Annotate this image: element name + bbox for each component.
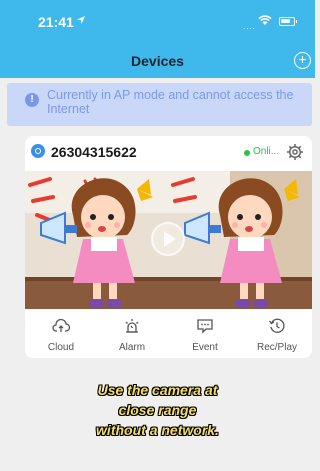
device-card[interactable]: 26304315622 Onli... Cloud Alarm Event Re… [25, 136, 312, 358]
action-label-rec-play: Rec/Play [256, 342, 297, 353]
online-status: Onli... [253, 146, 280, 157]
event-message-icon [197, 319, 213, 334]
play-icon[interactable] [150, 221, 186, 257]
info-icon: ! [25, 93, 39, 107]
location-arrow-icon [77, 16, 85, 24]
alarm-light-icon [125, 319, 139, 333]
action-label-event: Event [192, 342, 218, 353]
event-button[interactable]: Event [175, 314, 235, 358]
camera-device-icon [31, 144, 45, 158]
action-label-cloud: Cloud [47, 342, 75, 353]
ap-mode-notice: ! Currently in AP mode and cannot access… [7, 83, 312, 126]
rec-play-button[interactable]: Rec/Play [247, 314, 307, 358]
nav-bar: Devices [0, 40, 315, 78]
add-device-button[interactable]: + [294, 52, 311, 69]
device-actions: Cloud Alarm Event Rec/Play [25, 314, 312, 358]
notice-text: Currently in AP mode and cannot access t… [47, 88, 294, 116]
status-bar: 21:41 .... [0, 0, 315, 40]
camera-preview[interactable] [25, 171, 312, 309]
status-time: 21:41 [38, 14, 74, 30]
caption-line: close range [118, 402, 197, 418]
action-label-alarm: Alarm [118, 342, 146, 353]
device-id: 26304315622 [51, 144, 137, 160]
gear-icon[interactable] [286, 143, 304, 161]
tutorial-caption: Use the camera at close range without a … [0, 380, 315, 440]
wifi-icon [258, 15, 272, 25]
cloud-button[interactable]: Cloud [31, 314, 91, 358]
alarm-button[interactable]: Alarm [102, 314, 162, 358]
page-title: Devices [131, 53, 184, 69]
online-status-dot [244, 150, 250, 156]
battery-icon [279, 17, 297, 26]
history-icon [268, 318, 285, 333]
caption-line: Use the camera at [97, 382, 218, 398]
signal-indicator: .... [243, 22, 256, 31]
plus-circle-icon: + [298, 51, 307, 67]
caption-line: without a network. [96, 422, 219, 438]
cloud-upload-icon [52, 318, 70, 332]
